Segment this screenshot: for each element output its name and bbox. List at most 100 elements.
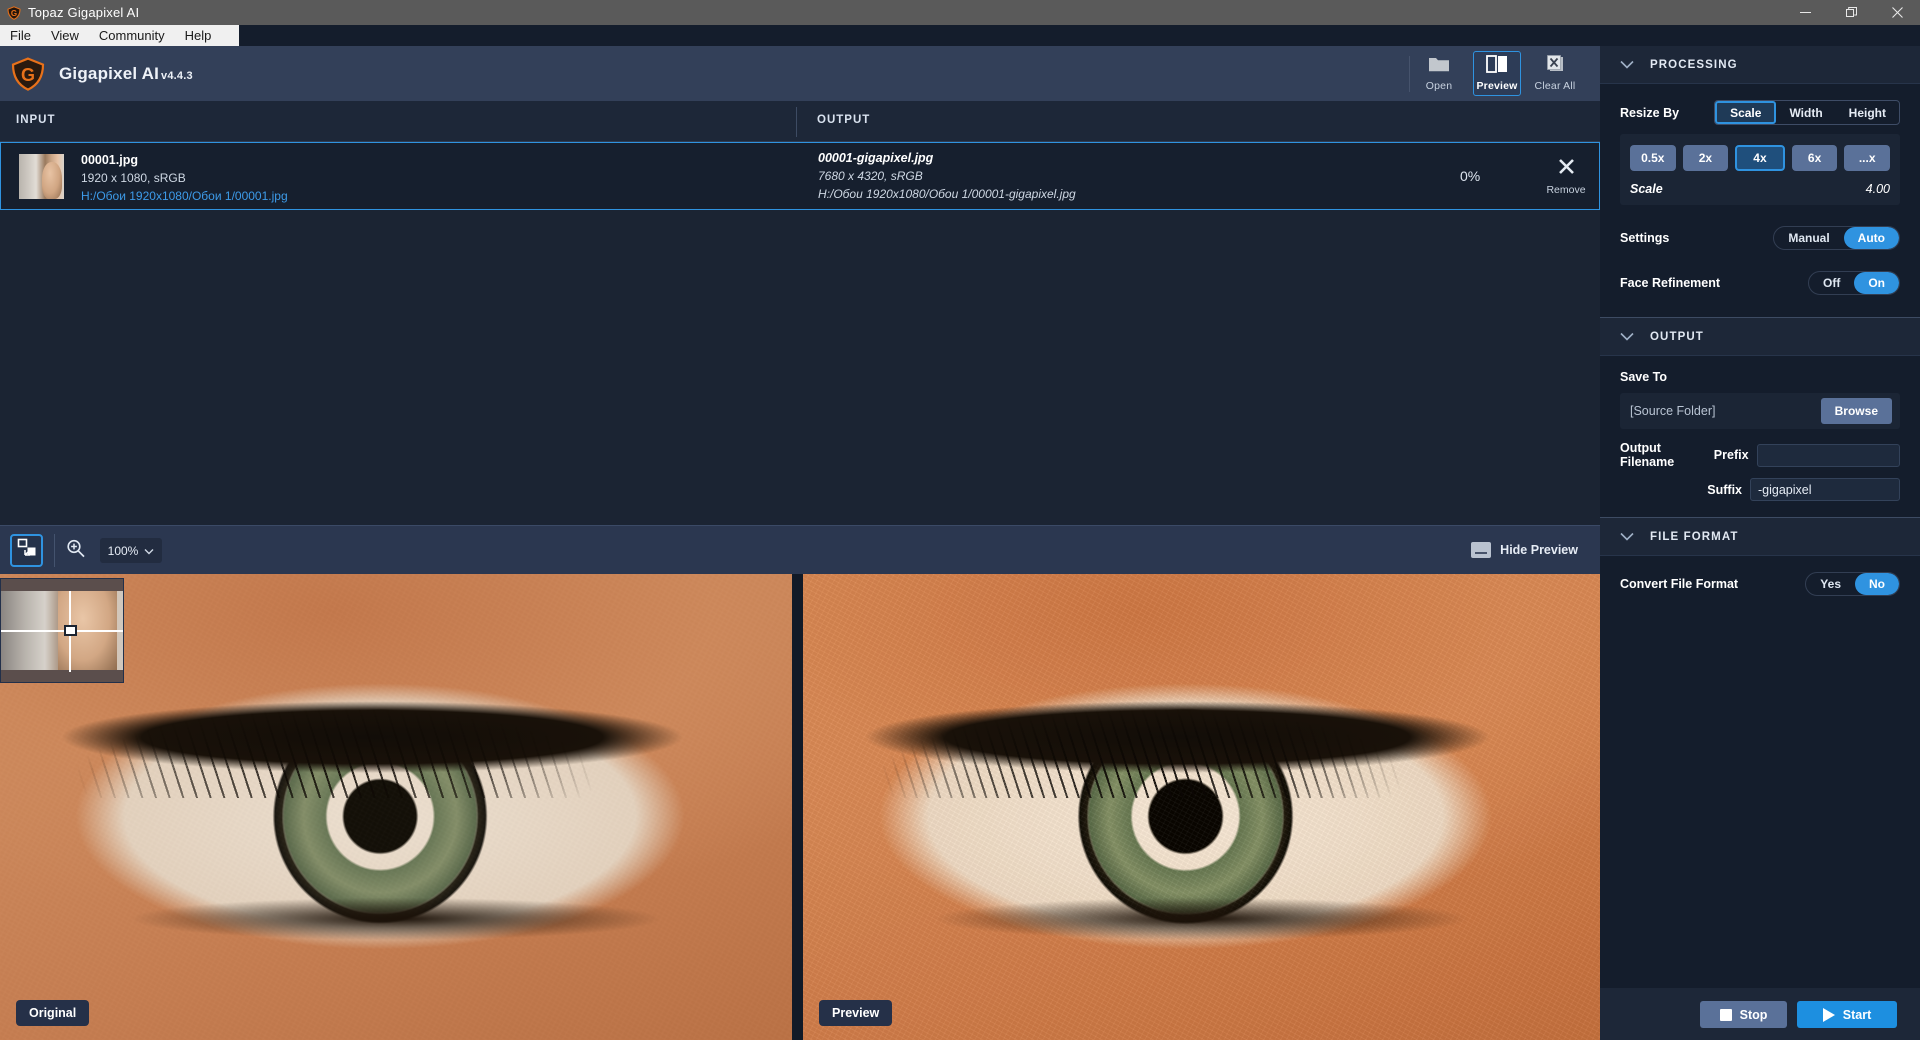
preview-button[interactable]: Preview: [1473, 51, 1521, 96]
file-format-section-header[interactable]: FILE FORMAT: [1600, 518, 1920, 556]
browse-button[interactable]: Browse: [1820, 398, 1892, 424]
clear-all-button[interactable]: Clear All: [1531, 51, 1579, 96]
svg-text:G: G: [21, 65, 35, 85]
collapse-panel-icon: [1471, 542, 1492, 558]
face-refinement-option-off[interactable]: Off: [1809, 272, 1854, 294]
remove-button-label: Remove: [1546, 184, 1586, 196]
scale-button-2x[interactable]: 2x: [1682, 145, 1729, 171]
file-list-header: INPUT OUTPUT: [0, 101, 1600, 142]
suffix-input[interactable]: -gigapixel: [1750, 478, 1900, 501]
input-file-name: 00001.jpg: [81, 153, 138, 167]
processing-section-body: Resize By Scale Width Height 0.5x 2x 4x …: [1600, 84, 1920, 317]
chevron-down-icon: [144, 542, 154, 560]
navigator-crosshair-horizontal: [1, 630, 123, 632]
brand-version: v4.4.3: [161, 69, 193, 82]
output-section-header[interactable]: OUTPUT: [1600, 318, 1920, 356]
settings-option-auto[interactable]: Auto: [1843, 227, 1899, 249]
input-file-dimensions: 1920 x 1080, sRGB: [81, 171, 186, 185]
column-header-input: INPUT: [16, 114, 56, 126]
preview-label: Preview: [819, 1000, 893, 1026]
resize-by-segmented-control: Scale Width Height: [1714, 100, 1900, 125]
scale-value: 4.00: [1865, 182, 1890, 196]
preview-eye-image: [803, 574, 1600, 1040]
output-section-body: Save To [Source Folder] Browse Output Fi…: [1600, 356, 1920, 517]
app-icon: G: [7, 5, 21, 20]
file-format-section-body: Convert File Format Yes No: [1600, 556, 1920, 596]
output-section-title: OUTPUT: [1650, 330, 1704, 343]
convert-option-yes[interactable]: Yes: [1806, 573, 1855, 595]
file-list-empty-area: [0, 210, 1600, 525]
scale-button-0-5x[interactable]: 0.5x: [1630, 145, 1676, 171]
menu-community[interactable]: Community: [89, 25, 175, 46]
restore-button[interactable]: [1828, 0, 1874, 25]
navigator-band-top: [1, 579, 123, 591]
remove-button[interactable]: Remove: [1541, 157, 1591, 196]
prefix-label: Prefix: [1713, 448, 1749, 462]
file-thumbnail: [19, 154, 64, 199]
settings-row: Settings Manual Auto: [1620, 226, 1900, 250]
menu-bar: File View Community Help: [0, 25, 1920, 46]
window-title-bar: G Topaz Gigapixel AI: [0, 0, 1920, 25]
close-icon: [1557, 157, 1576, 181]
output-filename-row: Output Filename Prefix: [1620, 441, 1900, 469]
chevron-down-icon: [1620, 56, 1634, 74]
file-format-section-title: FILE FORMAT: [1650, 530, 1739, 543]
face-refinement-option-on[interactable]: On: [1854, 272, 1899, 294]
zoom-level-select[interactable]: 100%: [100, 538, 162, 563]
scale-field-label: Scale: [1630, 182, 1663, 196]
processing-section-header[interactable]: PROCESSING: [1600, 46, 1920, 84]
folder-icon: [1428, 55, 1450, 78]
save-to-field[interactable]: [Source Folder] Browse: [1620, 393, 1900, 429]
scale-button-6x[interactable]: 6x: [1791, 145, 1838, 171]
settings-sidebar: PROCESSING Resize By Scale Width Height …: [1600, 46, 1920, 1040]
column-divider: [796, 107, 797, 137]
chevron-down-icon: [1620, 528, 1634, 546]
hide-preview-button[interactable]: Hide Preview: [1471, 538, 1578, 562]
resize-by-option-width[interactable]: Width: [1776, 101, 1835, 124]
menu-view[interactable]: View: [41, 25, 89, 46]
gigapixel-logo-icon: G: [10, 56, 46, 92]
image-compare-area: Original Preview: [0, 574, 1600, 1040]
start-button[interactable]: Start: [1797, 1001, 1897, 1028]
stop-button[interactable]: Stop: [1700, 1001, 1787, 1028]
navigator-viewport-handle[interactable]: [64, 625, 77, 636]
fit-to-window-button[interactable]: [10, 534, 43, 567]
save-to-value: [Source Folder]: [1630, 404, 1716, 418]
close-button[interactable]: [1874, 0, 1920, 25]
navigator-band-bottom: [1, 670, 123, 682]
output-file-dimensions: 7680 x 4320, sRGB: [818, 169, 923, 183]
face-refinement-toggle: Off On: [1808, 271, 1900, 295]
convert-file-format-toggle: Yes No: [1805, 572, 1900, 596]
output-file-name: 00001-gigapixel.jpg: [818, 151, 934, 165]
settings-option-manual[interactable]: Manual: [1774, 227, 1843, 249]
zoom-in-button[interactable]: [64, 539, 88, 563]
save-to-label: Save To: [1620, 370, 1668, 384]
menu-help[interactable]: Help: [175, 25, 222, 46]
convert-option-no[interactable]: No: [1855, 573, 1899, 595]
scale-button-4x[interactable]: 4x: [1735, 145, 1785, 171]
stop-button-label: Stop: [1739, 1007, 1768, 1022]
menu-bar-spacer: [239, 25, 1920, 46]
settings-label: Settings: [1620, 231, 1670, 245]
input-file-path[interactable]: H:/Обои 1920x1080/Обои 1/00001.jpg: [81, 189, 288, 203]
preview-image-pane[interactable]: Preview: [803, 574, 1600, 1040]
open-button-label: Open: [1425, 80, 1453, 92]
header-toolbar: Open Preview Clear All: [1409, 46, 1584, 101]
menu-file[interactable]: File: [0, 25, 41, 46]
scale-button-custom[interactable]: ...x: [1844, 145, 1890, 171]
brand-title: Gigapixel AI v4.4.3: [59, 64, 193, 84]
resize-by-option-height[interactable]: Height: [1836, 101, 1899, 124]
window-title: Topaz Gigapixel AI: [28, 5, 140, 20]
convert-file-format-row: Convert File Format Yes No: [1620, 572, 1900, 596]
navigator-thumbnail[interactable]: [0, 578, 124, 683]
magnifier-plus-icon: [65, 538, 87, 565]
prefix-input[interactable]: [1756, 443, 1900, 467]
application-window: G Topaz Gigapixel AI File View Community…: [0, 0, 1920, 1040]
minimize-button[interactable]: [1782, 0, 1828, 25]
action-bar: Stop Start: [1600, 988, 1920, 1040]
table-row[interactable]: 00001.jpg 1920 x 1080, sRGB H:/Обои 1920…: [0, 142, 1600, 210]
open-button[interactable]: Open: [1415, 51, 1463, 96]
resize-by-option-scale[interactable]: Scale: [1715, 101, 1777, 124]
window-controls: [1782, 0, 1920, 25]
processing-section-title: PROCESSING: [1650, 58, 1738, 71]
